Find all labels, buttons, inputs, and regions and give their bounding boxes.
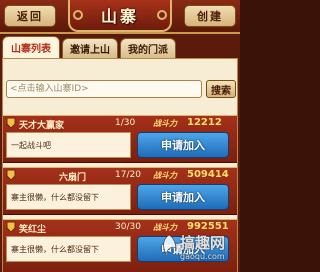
guild-name: 六扇门 — [59, 173, 87, 183]
power-label: 战斗力 — [153, 171, 177, 180]
tab-invite[interactable]: 邀请上山 — [62, 38, 118, 58]
member-count: 1/30 — [115, 118, 136, 128]
create-button[interactable]: 创建 — [184, 5, 236, 27]
power-value: 992551 — [187, 221, 229, 232]
guild-motto: 寨主很懒，什么都没留下 — [11, 193, 99, 202]
watermark-url: gaoqu.com — [180, 252, 225, 261]
tab-bar: 山寨列表 邀请上山 我的门派 — [0, 36, 240, 58]
search-button[interactable]: 搜索 — [206, 80, 236, 98]
guild-motto-box: 一起战斗吧 — [6, 132, 131, 158]
guild-card: 天才大赢家 1/30 战斗力 12212 一起战斗吧 申请加入 — [3, 115, 237, 163]
guild-motto: 一起战斗吧 — [11, 141, 51, 150]
back-button[interactable]: 返回 — [4, 5, 56, 27]
tab-guild-list[interactable]: 山寨列表 — [2, 36, 60, 58]
search-row: 搜索 — [6, 80, 236, 98]
member-count: 17/20 — [115, 170, 141, 180]
guild-name-strip: 天才大赢家 1/30 战斗力 12212 — [3, 116, 237, 131]
guild-card: 六扇门 17/20 战斗力 509414 寨主很懒，什么都没留下 申请加入 — [3, 167, 237, 215]
guild-emblem-icon — [6, 221, 16, 233]
guild-emblem-icon — [6, 117, 16, 129]
title-plaque: 山寨 — [68, 0, 172, 32]
watermark-logo-icon — [163, 234, 177, 255]
guild-id-search-input[interactable] — [6, 80, 202, 98]
page-title: 山寨 — [100, 7, 139, 26]
guild-motto-box: 寨主很懒，什么都没留下 — [6, 184, 131, 210]
site-watermark: 搞趣网 gaoqu.com — [160, 232, 236, 268]
power-value: 509414 — [187, 169, 229, 180]
apply-join-button[interactable]: 申请加入 — [137, 184, 229, 210]
guild-name-strip: 六扇门 17/20 战斗力 509414 — [3, 168, 237, 183]
guild-name: 天才大赢家 — [19, 121, 65, 131]
plaque-ornament-right-icon — [157, 10, 167, 20]
apply-join-button[interactable]: 申请加入 — [137, 132, 229, 158]
tab-my-sect[interactable]: 我的门派 — [120, 38, 176, 58]
plaque-ornament-left-icon — [73, 10, 83, 20]
power-label: 战斗力 — [153, 119, 177, 128]
power-value: 12212 — [187, 117, 222, 128]
guild-name: 笑红尘 — [19, 225, 47, 235]
guild-emblem-icon — [6, 169, 16, 181]
top-bar: 返回 山寨 创建 — [0, 0, 240, 34]
guild-motto-box: 寨主很懒，什么都没留下 — [6, 236, 131, 262]
guild-motto: 寨主很懒，什么都没留下 — [11, 245, 99, 254]
member-count: 30/30 — [115, 222, 141, 232]
game-screen: 返回 山寨 创建 山寨列表 邀请上山 我的门派 搜索 天才大赢家 1/30 战 — [0, 0, 240, 272]
watermark-text: 搞趣网 — [180, 234, 226, 252]
